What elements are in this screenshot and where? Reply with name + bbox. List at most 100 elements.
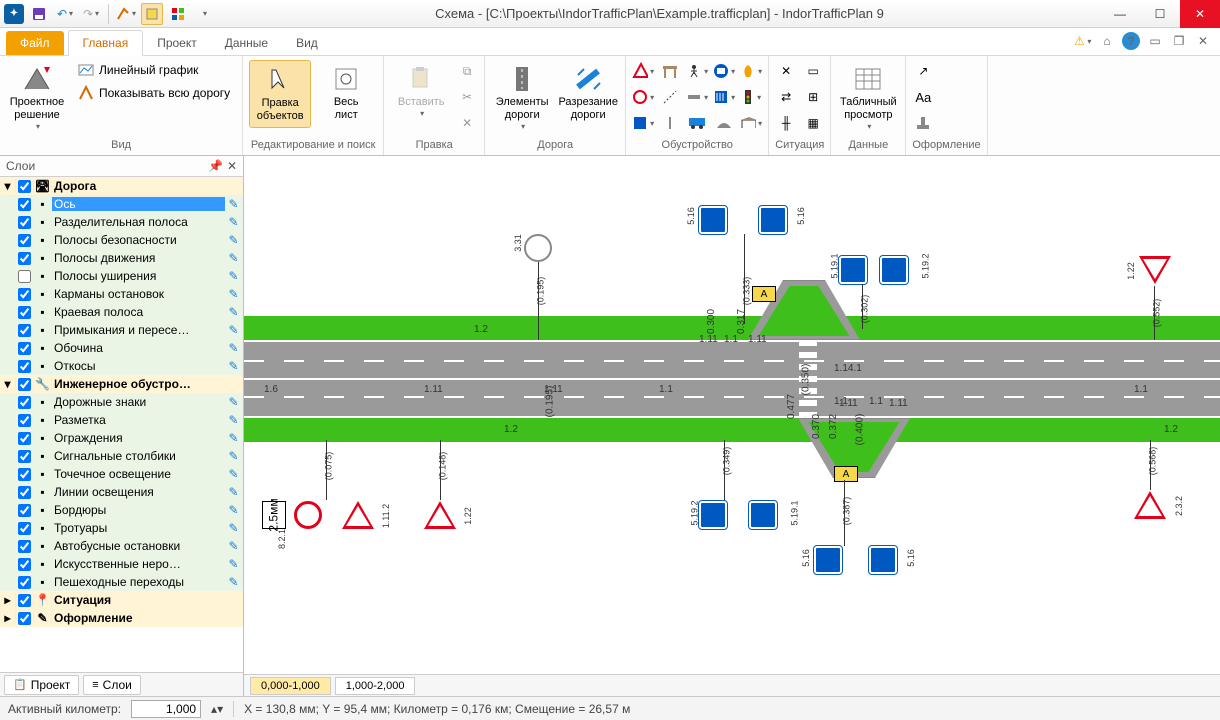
mdi-min-icon[interactable]: ▭ bbox=[1146, 32, 1164, 50]
layer-checkbox[interactable] bbox=[18, 612, 31, 625]
design-arrow-icon[interactable]: ↗ bbox=[912, 60, 934, 82]
text-aa-icon[interactable]: Aa bbox=[912, 86, 934, 108]
sit-btn5[interactable]: ╫ bbox=[775, 112, 797, 134]
sign-blue-icon[interactable]: ▾ bbox=[632, 112, 654, 134]
layer-checkbox[interactable] bbox=[18, 558, 31, 571]
edit-pencil-icon[interactable]: ✎ bbox=[228, 539, 238, 553]
help-icon[interactable]: ? bbox=[1122, 32, 1140, 50]
design-solution-button[interactable]: Проектное решение▾ bbox=[6, 60, 68, 136]
layer-checkbox[interactable] bbox=[18, 234, 31, 247]
paste-button[interactable]: Вставить▾ bbox=[390, 60, 452, 123]
edit-pencil-icon[interactable]: ✎ bbox=[228, 557, 238, 571]
layer-item[interactable]: Тротуары bbox=[52, 521, 225, 535]
sit-btn6[interactable]: ▦ bbox=[802, 112, 824, 134]
table-view-button[interactable]: Табличный просмотр▾ bbox=[837, 60, 899, 136]
layer-checkbox[interactable] bbox=[18, 216, 31, 229]
edit-pencil-icon[interactable]: ✎ bbox=[228, 431, 238, 445]
traffic-light-icon[interactable]: ▾ bbox=[740, 86, 762, 108]
minimize-button[interactable]: — bbox=[1100, 0, 1140, 28]
panel-tab-layers[interactable]: ≡ Слои bbox=[83, 675, 141, 695]
tab-project[interactable]: Проект bbox=[143, 31, 211, 55]
tab-data[interactable]: Данные bbox=[211, 31, 282, 55]
layer-checkbox[interactable] bbox=[18, 396, 31, 409]
layer-checkbox[interactable] bbox=[18, 504, 31, 517]
layer-checkbox[interactable] bbox=[18, 594, 31, 607]
layer-item[interactable]: Искусственные неро… bbox=[52, 557, 225, 571]
warning-icon[interactable]: ⚠▾ bbox=[1074, 32, 1092, 50]
sit-btn2[interactable]: ▭ bbox=[802, 60, 824, 82]
layer-checkbox[interactable] bbox=[18, 432, 31, 445]
layer-item[interactable]: Бордюры bbox=[52, 503, 225, 517]
expand-icon[interactable]: ▸ bbox=[0, 611, 16, 625]
crosswalk-icon[interactable]: ▾ bbox=[713, 86, 735, 108]
tab-file[interactable]: Файл bbox=[6, 31, 64, 55]
layer-checkbox[interactable] bbox=[18, 576, 31, 589]
layer-checkbox[interactable] bbox=[18, 324, 31, 337]
edit-pencil-icon[interactable]: ✎ bbox=[228, 269, 238, 283]
edit-pencil-icon[interactable]: ✎ bbox=[228, 251, 238, 265]
tab-main[interactable]: Главная bbox=[68, 30, 144, 56]
edit-pencil-icon[interactable]: ✎ bbox=[228, 305, 238, 319]
stamp-icon[interactable] bbox=[912, 112, 934, 134]
bus-sign-icon[interactable]: ▾ bbox=[713, 60, 735, 82]
edit-pencil-icon[interactable]: ✎ bbox=[228, 341, 238, 355]
edit-pencil-icon[interactable]: ✎ bbox=[228, 395, 238, 409]
layer-group-sit[interactable]: Ситуация bbox=[52, 593, 225, 607]
cut-button[interactable]: ✂ bbox=[456, 86, 478, 108]
edit-pencil-icon[interactable]: ✎ bbox=[228, 503, 238, 517]
edit-pencil-icon[interactable]: ✎ bbox=[228, 485, 238, 499]
panel-close-icon[interactable]: ✕ bbox=[227, 159, 237, 173]
edit-pencil-icon[interactable]: ✎ bbox=[228, 449, 238, 463]
layer-checkbox[interactable] bbox=[18, 522, 31, 535]
edit-pencil-icon[interactable]: ✎ bbox=[228, 575, 238, 589]
qat-overflow[interactable]: ▾ bbox=[193, 3, 215, 25]
shelter-icon[interactable]: ▾ bbox=[740, 112, 762, 134]
layer-checkbox[interactable] bbox=[18, 342, 31, 355]
layer-item[interactable]: Обочина bbox=[52, 341, 225, 355]
layer-checkbox[interactable] bbox=[18, 180, 31, 193]
road-elements-button[interactable]: Элементы дороги▾ bbox=[491, 60, 553, 136]
sign-tri-icon[interactable]: ▾ bbox=[632, 60, 654, 82]
layer-item[interactable]: Полосы уширения bbox=[52, 269, 225, 283]
layer-item[interactable]: Сигнальные столбики bbox=[52, 449, 225, 463]
layer-group-eng[interactable]: Инженерное обустро… bbox=[52, 377, 225, 391]
sit-btn3[interactable]: ⇄ bbox=[775, 86, 797, 108]
layer-checkbox[interactable] bbox=[18, 486, 31, 499]
mdi-restore-icon[interactable]: ❐ bbox=[1170, 32, 1188, 50]
bus-icon[interactable] bbox=[686, 112, 708, 134]
sit-btn4[interactable]: ⊞ bbox=[802, 86, 824, 108]
km-tab-1[interactable]: 0,000-1,000 bbox=[250, 677, 331, 695]
layer-checkbox[interactable] bbox=[18, 378, 31, 391]
layer-checkbox[interactable] bbox=[18, 198, 31, 211]
qat-tool1[interactable]: ▾ bbox=[115, 3, 137, 25]
tab-view[interactable]: Вид bbox=[282, 31, 332, 55]
qat-tool2[interactable] bbox=[141, 3, 163, 25]
km-tab-2[interactable]: 1,000-2,000 bbox=[335, 677, 416, 695]
layer-item[interactable]: Карманы остановок bbox=[52, 287, 225, 301]
layer-item[interactable]: Автобусные остановки bbox=[52, 539, 225, 553]
edit-pencil-icon[interactable]: ✎ bbox=[228, 287, 238, 301]
ped-icon[interactable]: ▾ bbox=[686, 60, 708, 82]
post-icon[interactable] bbox=[659, 112, 681, 134]
layer-checkbox[interactable] bbox=[18, 468, 31, 481]
redo-button[interactable]: ↷▾ bbox=[80, 3, 102, 25]
layer-checkbox[interactable] bbox=[18, 270, 31, 283]
layer-checkbox[interactable] bbox=[18, 288, 31, 301]
layer-group-design[interactable]: Оформление bbox=[52, 611, 225, 625]
expand-icon[interactable]: ▸ bbox=[0, 593, 16, 607]
edit-pencil-icon[interactable]: ✎ bbox=[228, 467, 238, 481]
edit-pencil-icon[interactable]: ✎ bbox=[228, 197, 238, 211]
undo-button[interactable]: ↶▾ bbox=[54, 3, 76, 25]
maximize-button[interactable]: ☐ bbox=[1140, 0, 1180, 28]
edit-pencil-icon[interactable]: ✎ bbox=[228, 323, 238, 337]
qat-tool3[interactable] bbox=[167, 3, 189, 25]
canvas[interactable]: А А 3.31 (0.195) 5.16 5.16 (0.333) 5.19.… bbox=[244, 156, 1220, 674]
barrier-icon[interactable]: ▾ bbox=[686, 86, 708, 108]
expand-icon[interactable]: ▾ bbox=[0, 377, 16, 391]
panel-tab-project[interactable]: 📋 Проект bbox=[4, 675, 79, 695]
linear-graph-button[interactable]: Линейный график bbox=[72, 60, 236, 80]
edit-pencil-icon[interactable]: ✎ bbox=[228, 521, 238, 535]
show-whole-road-button[interactable]: Показывать всю дорогу bbox=[72, 83, 236, 103]
layer-item[interactable]: Ось bbox=[52, 197, 225, 211]
layer-item[interactable]: Ограждения bbox=[52, 431, 225, 445]
